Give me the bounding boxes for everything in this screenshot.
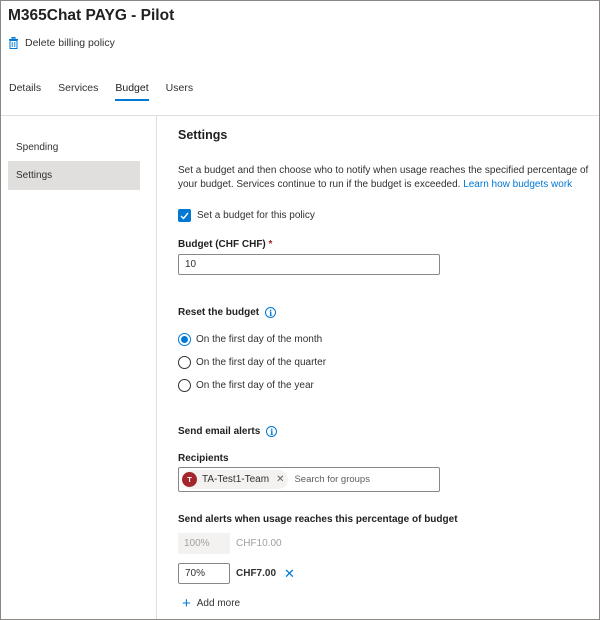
delete-billing-policy-label: Delete billing policy — [25, 37, 115, 49]
settings-description: Set a budget and then choose who to noti… — [178, 164, 590, 192]
threshold-percent-input: 100% — [178, 533, 230, 554]
set-budget-checkbox-row[interactable]: Set a budget for this policy — [178, 209, 315, 222]
radio-button[interactable] — [178, 379, 191, 392]
threshold-percent-value: 100% — [184, 538, 210, 549]
alerts-threshold-label: Send alerts when usage reaches this perc… — [178, 514, 458, 525]
add-more-button[interactable]: + Add more — [182, 594, 241, 612]
sidebar-item-settings[interactable]: Settings — [8, 161, 140, 190]
reset-option-month[interactable]: On the first day of the month — [178, 333, 322, 346]
budget-label: Budget (CHF CHF) * — [178, 239, 272, 250]
email-alerts-label-text: Send email alerts — [178, 426, 261, 437]
sidebar-item-label: Spending — [16, 142, 59, 153]
email-alerts-label: Send email alerts i — [178, 426, 278, 437]
learn-budgets-link[interactable]: Learn how budgets work — [463, 179, 572, 190]
reset-budget-label: Reset the budget i — [178, 307, 277, 318]
header-divider — [1, 115, 599, 116]
set-budget-checkbox[interactable] — [178, 209, 191, 222]
reset-option-quarter[interactable]: On the first day of the quarter — [178, 356, 326, 369]
threshold-row: 70% CHF7.00 ✕ — [178, 563, 295, 584]
budget-label-text: Budget (CHF CHF) — [178, 239, 266, 250]
checkmark-icon — [180, 212, 189, 220]
close-icon[interactable]: ✕ — [276, 474, 284, 485]
reset-option-year[interactable]: On the first day of the year — [178, 379, 314, 392]
set-budget-label: Set a budget for this policy — [197, 210, 315, 221]
trash-icon — [9, 37, 18, 49]
plus-icon: + — [182, 594, 191, 612]
reset-budget-label-text: Reset the budget — [178, 307, 260, 318]
threshold-percent-value: 70% — [185, 568, 206, 579]
info-icon[interactable]: i — [266, 426, 278, 437]
reset-option-label: On the first day of the quarter — [196, 357, 327, 368]
threshold-amount: CHF10.00 — [236, 538, 282, 549]
tab-services[interactable]: Services — [58, 82, 98, 101]
search-groups-input[interactable]: Search for groups — [294, 474, 370, 485]
avatar: T — [182, 472, 197, 487]
threshold-percent-input[interactable]: 70% — [178, 563, 230, 584]
required-marker: * — [268, 239, 273, 250]
recipient-name: TA-Test1-Team — [202, 474, 270, 485]
radio-button[interactable] — [178, 356, 191, 369]
settings-heading: Settings — [178, 128, 228, 142]
threshold-amount: CHF7.00 — [236, 568, 277, 579]
sidebar-item-spending[interactable]: Spending — [8, 133, 140, 162]
recipients-label: Recipients — [178, 453, 229, 464]
tab-bar: Details Services Budget Users — [9, 82, 210, 101]
info-icon[interactable]: i — [265, 307, 277, 318]
sidebar-divider — [156, 116, 157, 619]
tab-details[interactable]: Details — [9, 82, 41, 101]
tab-users[interactable]: Users — [166, 82, 193, 101]
threshold-row: 100% CHF10.00 — [178, 533, 282, 554]
remove-threshold-icon[interactable]: ✕ — [284, 566, 295, 582]
page-title: M365Chat PAYG - Pilot — [8, 7, 175, 24]
reset-option-label: On the first day of the month — [196, 334, 323, 345]
budget-input[interactable]: 10 — [178, 254, 440, 275]
add-more-label: Add more — [196, 598, 241, 609]
tab-budget[interactable]: Budget — [115, 82, 149, 101]
delete-billing-policy-button[interactable]: Delete billing policy — [8, 37, 115, 49]
budget-input-value: 10 — [185, 259, 197, 270]
sidebar-item-label: Settings — [16, 170, 53, 181]
recipients-picker[interactable]: T TA-Test1-Team ✕ Search for groups — [178, 467, 440, 492]
reset-option-label: On the first day of the year — [196, 380, 314, 391]
radio-button[interactable] — [178, 333, 191, 346]
recipient-pill[interactable]: T TA-Test1-Team ✕ — [182, 470, 289, 489]
